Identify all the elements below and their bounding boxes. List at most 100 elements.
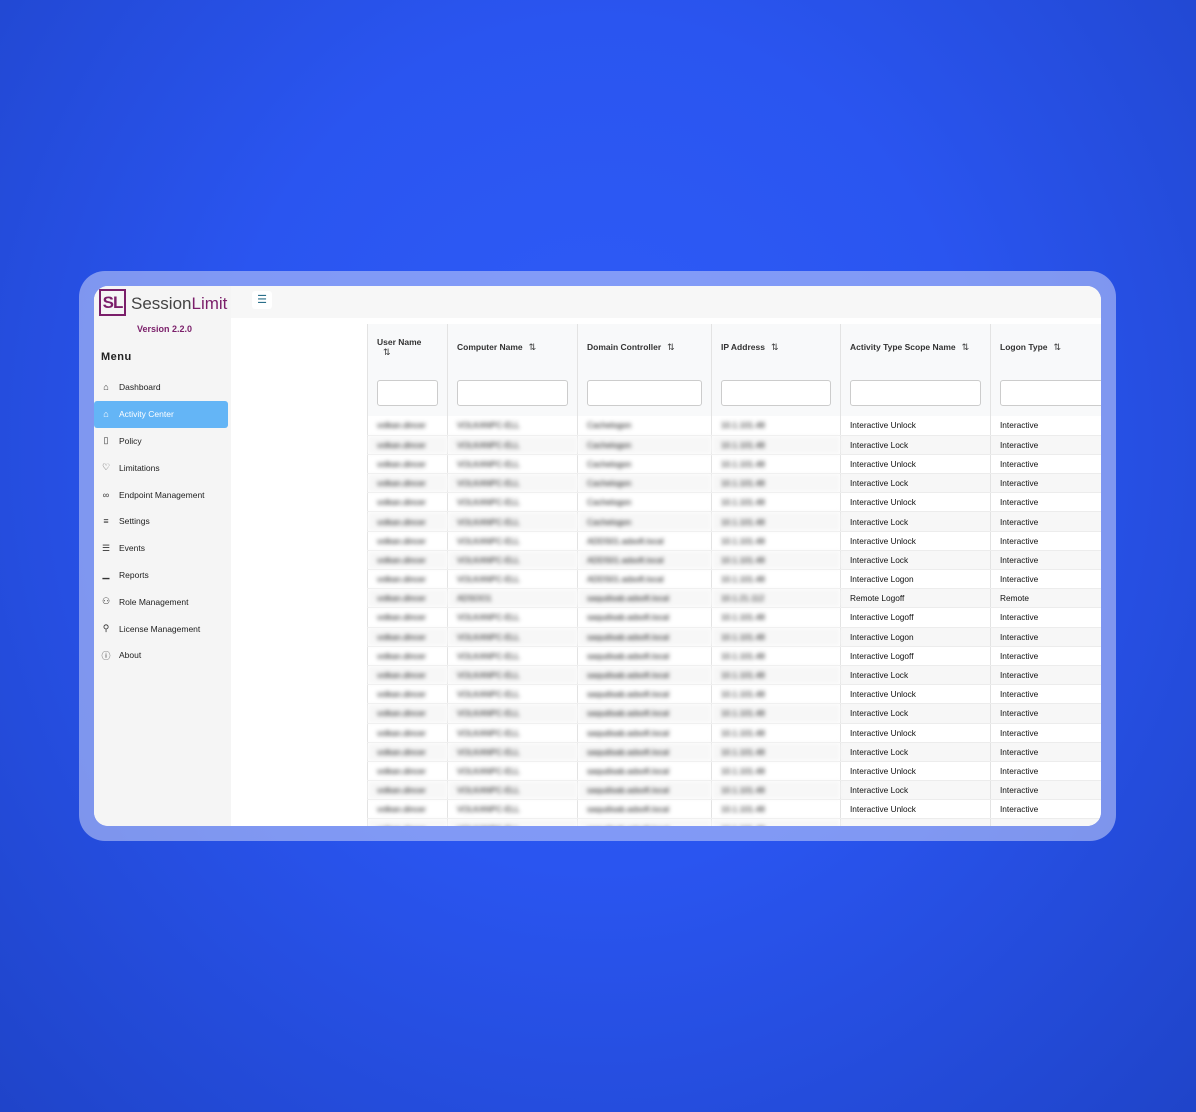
table-cell: volkan.dincer <box>367 780 448 801</box>
table-cell: Interactive <box>990 703 1101 724</box>
table-row[interactable]: volkan.dincer VOLKANPC-ELL Cachelogon 10.1.… <box>367 454 1101 475</box>
table-row[interactable]: volkan.dincerVOLKANPC-ELLsaqudisab.adsof… <box>367 780 1101 801</box>
table-cell: Interactive <box>990 761 1101 782</box>
column-filter-input[interactable] <box>587 380 702 406</box>
filter-cell <box>840 370 991 416</box>
sidebar-item-events[interactable]: ☰ Events <box>94 535 228 562</box>
table-cell: Interactive Unlock <box>840 454 991 475</box>
table-cell: Interactive Lock <box>840 511 991 532</box>
table-cell: 10.1.101.48 <box>711 416 841 436</box>
table-cell: volkan.dincer <box>367 818 448 826</box>
table-header-row: User Name ⇅ Computer Name ⇅ Domain Controlle… <box>367 324 1101 370</box>
sidebar-item-settings[interactable]: ≡ Settings <box>94 508 228 535</box>
sort-icon[interactable]: ⇅ <box>529 342 537 352</box>
sidebar-item-license-management[interactable]: ⚲ License Management <box>94 615 228 642</box>
sidebar-item-role-management[interactable]: ⚇ Role Management <box>94 588 228 615</box>
column-header-label: Domain Controller <box>587 341 662 352</box>
sidebar-item-label: Role Management <box>119 596 189 607</box>
table-cell: volkan.dincer <box>367 550 448 571</box>
table-cell: VOLKANPC-ELL <box>447 684 578 705</box>
column-header-label: Computer Name <box>457 341 523 352</box>
table-row[interactable]: volkan.dincer VOLKANPC-ELL Cachelogon 10.1.… <box>367 511 1101 532</box>
table-cell: Interactive Unlock <box>840 492 991 513</box>
table-row[interactable]: volkan.dincer VOLKANPC-ELL Cachelogon 10.1.… <box>367 416 1101 436</box>
table-cell: Cachelogon <box>577 492 712 513</box>
table-row[interactable]: volkan.dincer VOLKANPC-ELL Cachelogon 10.1.… <box>367 435 1101 455</box>
sort-icon[interactable]: ⇅ <box>1054 342 1062 352</box>
table-cell: 10.1.21.112 <box>711 588 841 609</box>
table-cell: 10.1.101.48 <box>711 454 841 475</box>
sidebar-item-label: Reports <box>119 569 149 580</box>
filter-cell <box>577 370 712 416</box>
sort-icon[interactable]: ⇅ <box>667 342 675 352</box>
table-row[interactable]: volkan.dincer VOLKANPC-ELL ADDS01.adsoft.l… <box>367 569 1101 590</box>
table-cell: Interactive <box>990 646 1101 666</box>
column-filter-input[interactable] <box>1000 380 1101 406</box>
table-row[interactable]: volkan.dincerVOLKANPC-ELLsaqudisab.adsof… <box>367 646 1101 666</box>
table-cell: Interactive Lock <box>840 780 991 801</box>
table-row[interactable]: volkan.dincerVOLKANPC-ELLsaqudisab.adsof… <box>367 684 1101 705</box>
table-row[interactable]: volkan.dincerVOLKANPC-ELLsaqudisab.adsof… <box>367 761 1101 782</box>
table-cell: volkan.dincer <box>367 454 448 475</box>
sort-icon[interactable]: ⇅ <box>962 342 970 352</box>
table-row[interactable]: volkan.dincerVOLKANPC-ELLsaqudisab.adsof… <box>367 703 1101 724</box>
table-row[interactable]: volkan.dincerVOLKANPC-ELLsaqudisab.adsof… <box>367 799 1101 820</box>
table-cell: VOLKANPC-ELL <box>447 473 578 494</box>
table-row[interactable]: volkan.dincerVOLKANPC-ELLsaqudisab.adsof… <box>367 723 1101 743</box>
sort-icon[interactable]: ⇅ <box>383 347 391 357</box>
sidebar-item-label: Settings <box>119 516 150 527</box>
column-header-logon-type[interactable]: Logon Type ⇅ <box>990 324 1101 370</box>
table-cell: ADDS01.adsoft.local <box>577 531 712 551</box>
column-header-activity-type-scope-name[interactable]: Activity Type Scope Name ⇅ <box>840 324 991 370</box>
table-cell: saqudisab.adsoft.local <box>577 646 712 666</box>
sidebar-item-about[interactable]: ⓘ About <box>94 642 228 669</box>
info-icon: ⓘ <box>101 650 111 661</box>
activity-table-container: User Name ⇅ Computer Name ⇅ Domain Controlle… <box>367 324 1101 826</box>
table-row[interactable]: volkan.dincerVOLKANPC-ELLsaqudisab.adsof… <box>367 627 1101 647</box>
sidebar-item-dashboard[interactable]: ⌂ Dashboard <box>94 374 228 401</box>
sidebar-item-activity-center[interactable]: ⌂ Activity Center <box>94 400 228 428</box>
table-cell: saqudisab.adsoft.local <box>577 703 712 724</box>
sidebar-item-endpoint-management[interactable]: ∞ Endpoint Management <box>94 481 228 508</box>
sidebar-nav: ⌂ Dashboard ⌂ Activity Center ▯ Policy ♡ Limita… <box>94 374 228 669</box>
column-filter-input[interactable] <box>457 380 568 406</box>
column-header-domain-controller[interactable]: Domain Controller ⇅ <box>577 324 712 370</box>
table-cell: VOLKANPC-ELL <box>447 511 578 532</box>
table-row[interactable]: volkan.dincer VOLKANPC-ELL ADDS01.adsoft.l… <box>367 531 1101 551</box>
table-row[interactable]: volkan.dincer VOLKANPC-ELL Cachelogon 10.1.… <box>367 473 1101 494</box>
table-row[interactable]: volkan.dincerVOLKANPC-ELLsaqudisab.adsof… <box>367 742 1101 762</box>
sidebar-item-policy[interactable]: ▯ Policy <box>94 428 228 455</box>
column-header-computer-name[interactable]: Computer Name ⇅ <box>447 324 578 370</box>
table-cell: 10.1.101.48 <box>711 511 841 532</box>
key-icon: ⚲ <box>102 623 110 634</box>
table-cell: Interactive Logon <box>840 627 991 647</box>
table-cell: VOLKANPC-ELL <box>447 742 578 762</box>
sidebar-item-limitations[interactable]: ♡ Limitations <box>94 454 228 481</box>
table-row[interactable]: volkan.dincer VOLKANPC-ELL Cachelogon 10.1.… <box>367 492 1101 513</box>
column-filter-input[interactable] <box>850 380 981 406</box>
sort-icon[interactable]: ⇅ <box>771 342 779 352</box>
column-filter-input[interactable] <box>377 380 438 406</box>
table-cell: saqudisab.adsoft.local <box>577 742 712 762</box>
logo[interactable]: SL SessionLimit <box>99 289 229 319</box>
table-row[interactable]: volkan.dincerVOLKANPC-ELLsaqudisab.adsof… <box>367 818 1101 826</box>
table-cell: Interactive Lock <box>840 703 991 724</box>
table-cell: VOLKANPC-ELL <box>447 550 578 571</box>
table-cell: Interactive Unlock <box>840 531 991 551</box>
table-cell: Interactive Unlock <box>840 723 991 743</box>
table-cell: Interactive Lock <box>840 435 991 455</box>
sidebar-item-label: Limitations <box>119 462 160 473</box>
menu-toggle-icon[interactable]: ☰ <box>252 291 272 309</box>
column-header-ip-address[interactable]: IP Address ⇅ <box>711 324 841 370</box>
sidebar-item-reports[interactable]: ▁ Reports <box>94 562 228 589</box>
table-row[interactable]: volkan.dincerVOLKANPC-ELLsaqudisab.adsof… <box>367 665 1101 686</box>
column-filter-input[interactable] <box>721 380 831 406</box>
table-row[interactable]: volkan.dincer VOLKANPC-ELL ADDS01.adsoft.l… <box>367 550 1101 571</box>
table-row[interactable]: volkan.dincer ADSOO1 saqudisab.adsoft.loca… <box>367 588 1101 609</box>
table-cell: VOLKANPC-ELL <box>447 723 578 743</box>
table-cell: volkan.dincer <box>367 799 448 820</box>
column-header-user-name[interactable]: User Name ⇅ <box>367 324 448 370</box>
table-cell: Interactive Lock <box>840 665 991 686</box>
table-cell: VOLKANPC-ELL <box>447 435 578 455</box>
table-row[interactable]: volkan.dincerVOLKANPC-ELLsaqudisab.adsof… <box>367 607 1101 628</box>
